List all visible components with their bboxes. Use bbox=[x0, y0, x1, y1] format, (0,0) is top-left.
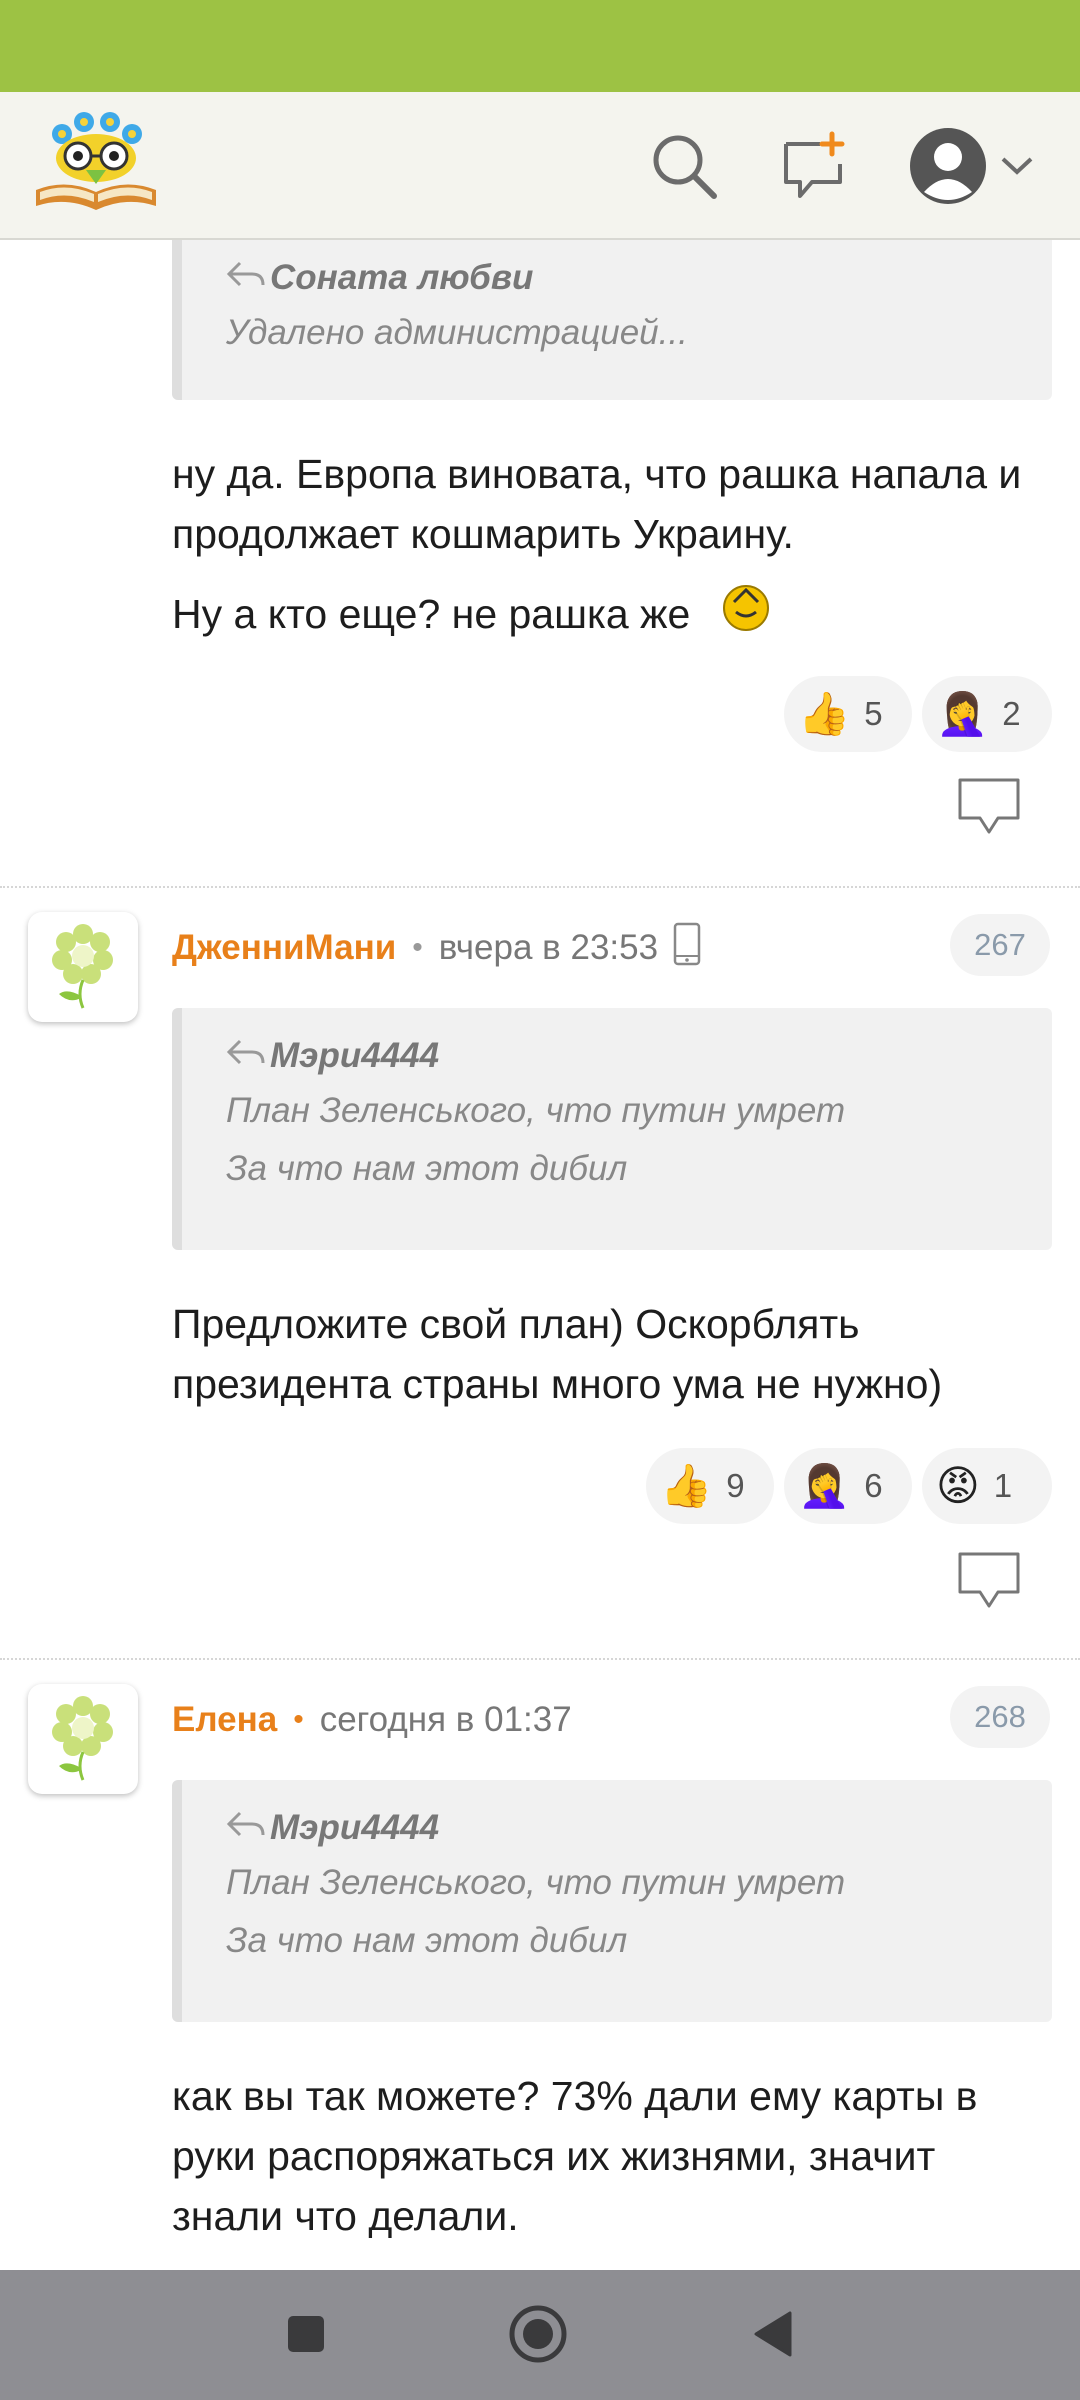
status-bar bbox=[0, 0, 1080, 92]
quoted-author: Соната любви bbox=[270, 258, 534, 297]
laughing-smiley-icon bbox=[720, 580, 772, 648]
comment-text: как вы так можете? 73% дали ему карты в … bbox=[172, 2073, 978, 2239]
comments-feed: Соната любви Удалено администрацией... н… bbox=[0, 240, 1080, 2270]
owl-on-book-logo[interactable] bbox=[32, 106, 160, 216]
comment-meta: Елена • сегодня в 01:37 bbox=[172, 1690, 572, 1750]
divider bbox=[0, 1658, 1080, 1660]
reaction-facepalm[interactable]: 🤦‍♀️ 6 bbox=[784, 1448, 912, 1524]
new-message-icon bbox=[778, 130, 850, 207]
quoted-reply[interactable]: Мэри4444 План Зеленського, что путин умр… bbox=[172, 1008, 1052, 1250]
quoted-text: За что нам этот дибил bbox=[226, 1921, 628, 1960]
reply-arrow-icon bbox=[226, 1808, 270, 1848]
reply-arrow-icon bbox=[226, 258, 270, 298]
comment-icon bbox=[956, 1552, 1022, 1614]
quoted-text: План Зеленського, что путин умрет bbox=[226, 1091, 846, 1130]
reply-button[interactable] bbox=[956, 1550, 1022, 1610]
username[interactable]: Елена bbox=[172, 1700, 277, 1740]
square-icon bbox=[284, 2312, 328, 2361]
app-header bbox=[0, 92, 1080, 240]
reply-button[interactable] bbox=[956, 776, 1022, 836]
reaction-like[interactable]: 👍 5 bbox=[784, 676, 912, 752]
quoted-text: План Зеленського, что путин умрет bbox=[226, 1863, 846, 1902]
search-icon bbox=[648, 130, 720, 207]
reaction-angry[interactable]: 😡 1 bbox=[922, 1448, 1052, 1524]
quoted-reply[interactable]: Мэри4444 План Зеленського, что путин умр… bbox=[172, 1780, 1052, 2022]
avatar[interactable] bbox=[28, 912, 138, 1022]
profile-menu-button[interactable] bbox=[896, 120, 1046, 216]
online-status-dot: • bbox=[293, 1703, 304, 1736]
timestamp: сегодня в 01:37 bbox=[319, 1700, 572, 1739]
user-avatar-icon bbox=[908, 126, 988, 211]
comment-number[interactable]: 268 bbox=[950, 1686, 1050, 1748]
recent-apps-button[interactable] bbox=[270, 2300, 342, 2372]
quoted-text: Удалено администрацией... bbox=[226, 313, 688, 352]
flower-avatar-icon bbox=[43, 1692, 123, 1787]
comment-icon bbox=[956, 778, 1022, 840]
new-message-button[interactable] bbox=[766, 120, 862, 216]
back-triangle-icon bbox=[750, 2309, 794, 2364]
back-button[interactable] bbox=[736, 2300, 808, 2372]
chevron-down-icon bbox=[1000, 156, 1034, 181]
quoted-author: Мэри4444 bbox=[270, 1808, 440, 1847]
home-button[interactable] bbox=[502, 2300, 574, 2372]
divider bbox=[0, 886, 1080, 888]
mobile-device-icon bbox=[672, 922, 702, 975]
comment-number[interactable]: 267 bbox=[950, 914, 1050, 976]
avatar[interactable] bbox=[28, 1684, 138, 1794]
search-button[interactable] bbox=[636, 120, 732, 216]
username[interactable]: ДженниМани bbox=[172, 928, 396, 968]
reaction-facepalm[interactable]: 🤦‍♀️ 2 bbox=[922, 676, 1052, 752]
reaction-like[interactable]: 👍 9 bbox=[646, 1448, 774, 1524]
quoted-author: Мэри4444 bbox=[270, 1036, 440, 1075]
timestamp: вчера в 23:53 bbox=[438, 928, 659, 967]
quoted-reply[interactable]: Соната любви Удалено администрацией... bbox=[172, 240, 1052, 400]
android-navigation-bar bbox=[0, 2270, 1080, 2400]
reply-arrow-icon bbox=[226, 1036, 270, 1076]
comment-text: ну да. Европа виновата, что рашка напала… bbox=[172, 444, 1052, 648]
separator-dot: • bbox=[412, 931, 423, 964]
home-circle-icon bbox=[508, 2304, 568, 2369]
quoted-text: За что нам этот дибил bbox=[226, 1149, 628, 1188]
comment-meta: ДженниМани • вчера в 23:53 bbox=[172, 918, 702, 978]
comment-text: Предложите свой план) Оскорблять президе… bbox=[172, 1301, 943, 1407]
flower-avatar-icon bbox=[43, 920, 123, 1015]
